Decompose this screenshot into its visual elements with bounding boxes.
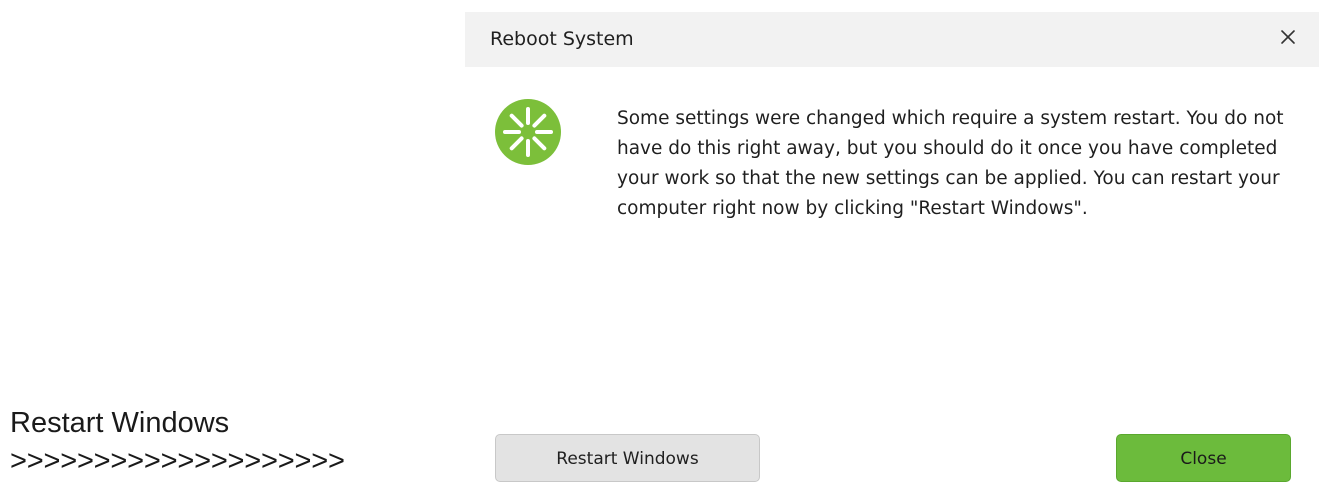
dialog-message: Some settings were changed which require… <box>617 108 1284 219</box>
close-icon[interactable] <box>1273 22 1303 52</box>
page: Restart Windows >>>>>>>>>>>>>>>>>>>> Reb… <box>0 0 1319 499</box>
restart-windows-button[interactable]: Restart Windows <box>495 434 760 482</box>
dialog-titlebar: Reboot System <box>465 12 1319 67</box>
dialog-title: Reboot System <box>490 28 634 50</box>
annotation-title: Restart Windows <box>10 407 230 439</box>
close-button[interactable]: Close <box>1116 434 1291 482</box>
annotation-arrows: >>>>>>>>>>>>>>>>>>>> <box>10 445 345 477</box>
reboot-dialog: Reboot System Some settings were changed… <box>465 12 1319 499</box>
spinner-icon <box>495 99 561 165</box>
